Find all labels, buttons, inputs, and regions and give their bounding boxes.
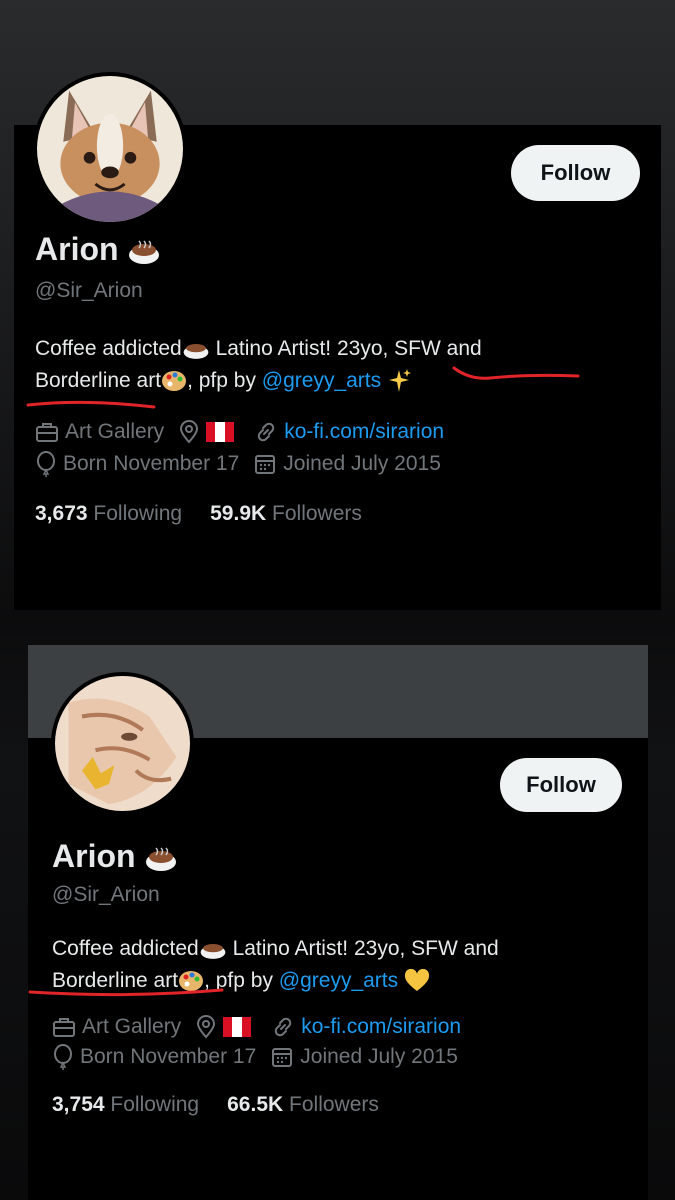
category-text: Art Gallery <box>65 420 165 443</box>
avatar[interactable] <box>51 672 194 815</box>
following-stat[interactable]: 3,673 Following <box>35 502 182 526</box>
display-name: Arion <box>35 231 161 268</box>
profile-meta-row-2: Born November 17 Joined July 2015 <box>52 1044 472 1070</box>
joined-text: Joined July 2015 <box>300 1045 458 1068</box>
calendar-icon <box>272 1048 293 1067</box>
red-underline-annotation <box>452 366 580 380</box>
handle: @Sir_Arion <box>35 279 143 302</box>
avatar-dog-drawing <box>37 76 183 222</box>
display-name: Arion <box>52 838 178 875</box>
briefcase-icon <box>53 1018 75 1037</box>
name-text: Arion <box>35 231 119 267</box>
location <box>178 420 235 444</box>
followers-stat[interactable]: 66.5K Followers <box>227 1093 379 1117</box>
bio-text: Latino Artist! 23yo, SFW and <box>209 337 482 360</box>
bio-text: Latino Artist! 23yo, SFW and <box>226 937 499 960</box>
red-underline-annotation <box>26 400 156 409</box>
profile-meta-row-1: Art Gallery ko-fi.com/sirarion <box>35 420 458 444</box>
balloon-icon <box>37 451 55 477</box>
bio-text: , pfp by <box>187 369 262 392</box>
followers-stat[interactable]: 59.9K Followers <box>210 502 362 526</box>
following-count: 3,754 <box>52 1093 105 1116</box>
website[interactable]: ko-fi.com/sirarion <box>254 420 444 444</box>
bio-text: Coffee addicted <box>35 337 182 360</box>
birthday: Born November 17 <box>35 451 239 477</box>
profile-meta-row-1: Art Gallery ko-fi.com/sirarion <box>52 1015 475 1039</box>
following-count: 3,673 <box>35 502 88 525</box>
followers-label: Followers <box>272 502 362 525</box>
mention-link[interactable]: @greyy_arts <box>279 969 398 992</box>
link-icon <box>274 1017 292 1037</box>
yellow-heart-emoji <box>404 969 429 992</box>
follow-stats: 3,673 Following 59.9K Followers <box>35 502 362 526</box>
follow-stats: 3,754 Following 66.5K Followers <box>52 1093 379 1117</box>
avatar[interactable] <box>33 72 187 226</box>
link-icon <box>257 422 275 442</box>
follow-button[interactable]: Follow <box>511 145 640 201</box>
bio-text: Coffee addicted <box>52 937 199 960</box>
red-underline-annotation <box>28 988 224 997</box>
joined-text: Joined July 2015 <box>283 452 441 475</box>
joined: Joined July 2015 <box>270 1045 458 1069</box>
website-link[interactable]: ko-fi.com/sirarion <box>284 420 444 444</box>
website-link[interactable]: ko-fi.com/sirarion <box>301 1015 461 1039</box>
peru-flag-icon <box>206 422 235 442</box>
mention-link[interactable]: @greyy_arts <box>262 369 381 392</box>
category: Art Gallery <box>52 1015 181 1039</box>
handle: @Sir_Arion <box>52 883 160 906</box>
website[interactable]: ko-fi.com/sirarion <box>271 1015 461 1039</box>
location-pin-icon <box>197 1015 216 1039</box>
coffee-emoji <box>200 944 226 960</box>
name-text: Arion <box>52 838 136 874</box>
coffee-emoji <box>145 846 176 871</box>
coffee-emoji <box>128 239 159 264</box>
location <box>195 1015 252 1039</box>
followers-count: 66.5K <box>227 1093 284 1116</box>
sparkles-emoji <box>388 369 411 393</box>
briefcase-icon <box>36 423 58 442</box>
category: Art Gallery <box>35 420 164 444</box>
location-pin-icon <box>180 420 199 444</box>
joined: Joined July 2015 <box>253 452 441 476</box>
followers-count: 59.9K <box>210 502 267 525</box>
born-text: Born November 17 <box>63 452 240 475</box>
following-label: Following <box>93 502 183 525</box>
follow-button[interactable]: Follow <box>500 758 622 812</box>
palette-emoji <box>162 371 187 392</box>
following-stat[interactable]: 3,754 Following <box>52 1093 199 1117</box>
coffee-emoji <box>183 344 209 360</box>
balloon-icon <box>54 1044 72 1070</box>
birthday: Born November 17 <box>52 1044 256 1070</box>
category-text: Art Gallery <box>82 1015 182 1038</box>
born-text: Born November 17 <box>80 1045 257 1068</box>
calendar-icon <box>255 455 276 474</box>
profile-meta-row-2: Born November 17 Joined July 2015 <box>35 451 455 477</box>
following-label: Following <box>110 1093 200 1116</box>
avatar-fox-drawing <box>55 676 190 811</box>
followers-label: Followers <box>289 1093 379 1116</box>
bio-text: Borderline art <box>35 369 162 392</box>
peru-flag-icon <box>223 1017 252 1037</box>
